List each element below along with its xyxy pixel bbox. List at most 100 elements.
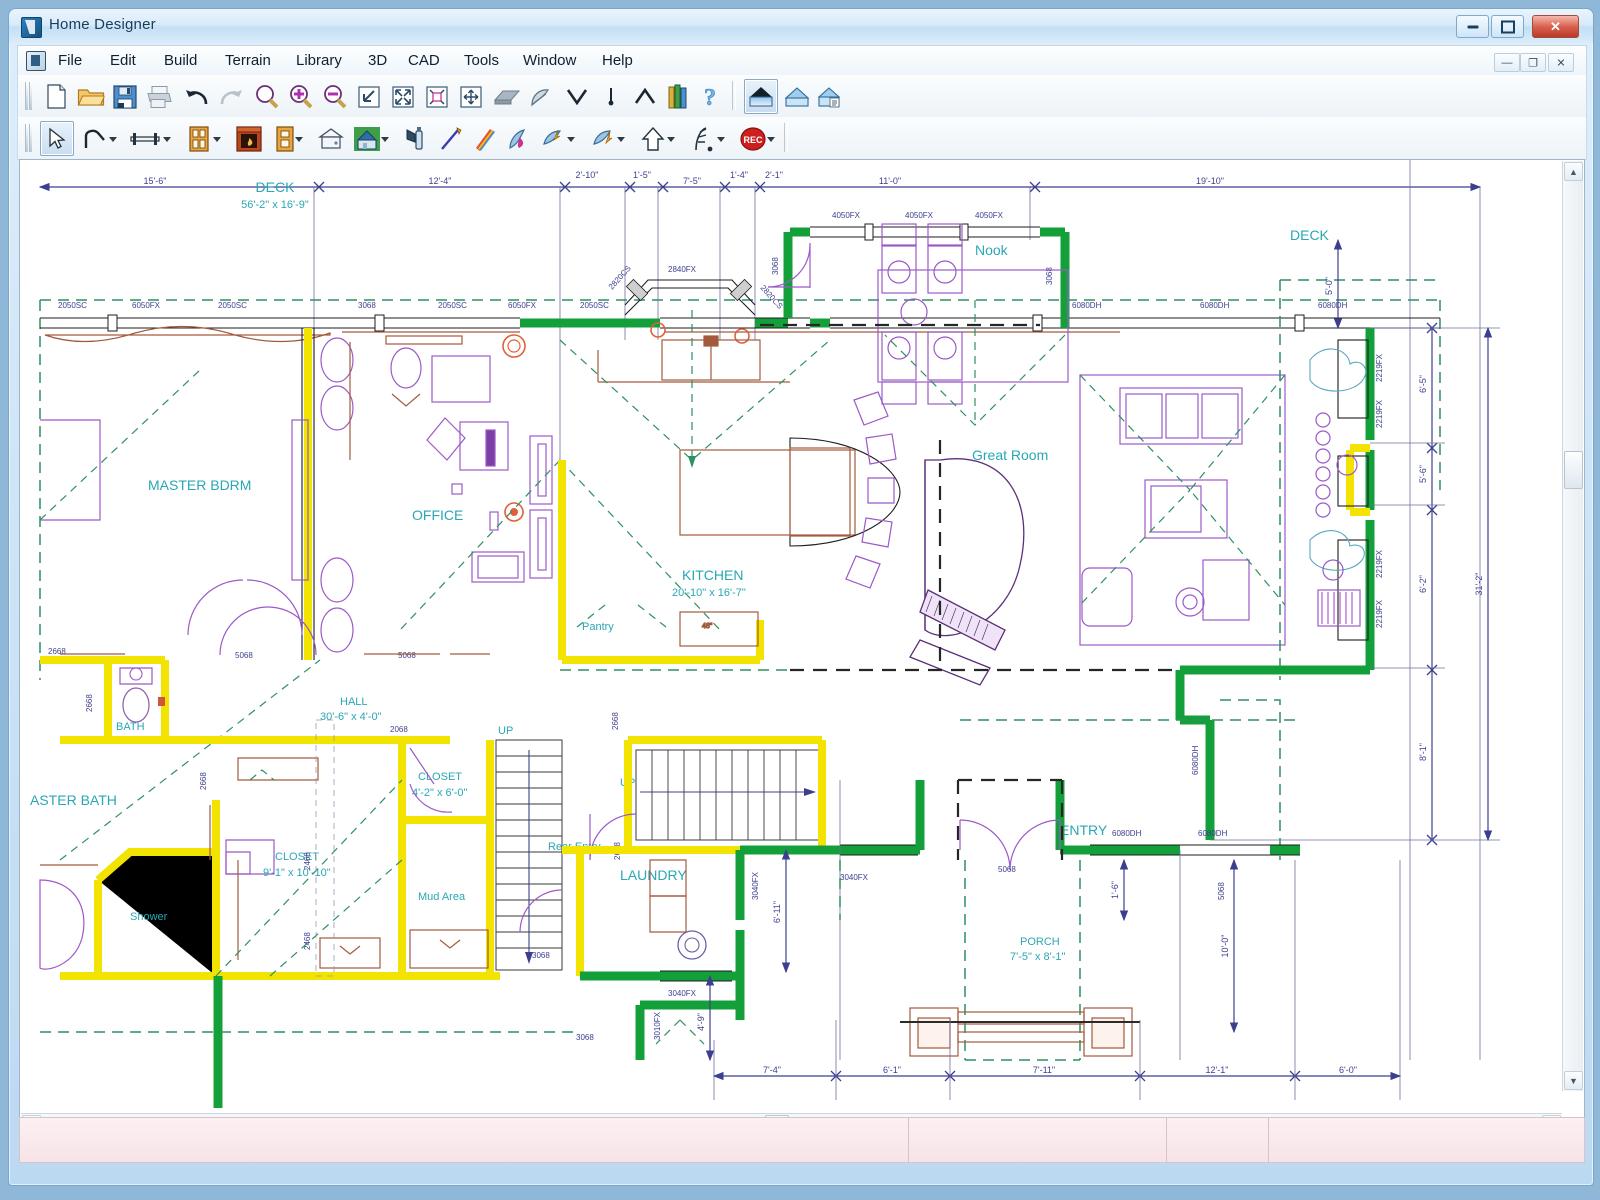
menu-item-edit[interactable]: Edit <box>102 50 144 72</box>
light-tool-dropdown[interactable] <box>566 134 577 143</box>
camera-icon[interactable] <box>744 79 778 114</box>
menu-item-terrain[interactable]: Terrain <box>217 50 279 72</box>
library-browser-icon[interactable] <box>662 79 696 114</box>
menu-item-file[interactable]: File <box>50 50 90 72</box>
app-logo-icon <box>21 17 42 38</box>
svg-text:2050SC: 2050SC <box>580 301 609 310</box>
terrain-tool-icon[interactable] <box>586 121 620 156</box>
railing-tool-dropdown[interactable] <box>162 134 173 143</box>
exterior-walls-top <box>40 315 1440 342</box>
svg-text:2668: 2668 <box>611 712 620 730</box>
arrow-up-icon[interactable] <box>636 121 670 156</box>
svg-text:2668: 2668 <box>48 647 66 656</box>
mdi-close-button[interactable]: ✕ <box>1548 53 1574 72</box>
fireplace-icon[interactable] <box>232 121 266 156</box>
undo-icon[interactable] <box>180 79 214 114</box>
scroll-up-button[interactable]: ▲ <box>1564 162 1583 181</box>
svg-text:2468: 2468 <box>303 852 312 870</box>
room-label-shower: Shower <box>130 911 168 923</box>
zoom-out-icon[interactable] <box>318 79 352 114</box>
up-level-icon[interactable] <box>628 79 662 114</box>
room-label-entry: ENTRY <box>1060 822 1108 838</box>
menu-item-tools[interactable]: Tools <box>456 50 507 72</box>
zoom-previous-icon[interactable] <box>352 79 386 114</box>
railing-tool-icon[interactable] <box>128 121 162 156</box>
svg-text:2050SC: 2050SC <box>58 301 87 310</box>
doll-house-view-icon[interactable] <box>814 79 848 114</box>
svg-text:REC: REC <box>743 135 763 145</box>
new-file-icon[interactable] <box>40 79 74 114</box>
menu-item-window[interactable]: Window <box>515 50 584 72</box>
svg-text:6'-1": 6'-1" <box>883 1065 901 1075</box>
sprinkler-dropdown[interactable] <box>716 134 727 143</box>
menu-item-library[interactable]: Library <box>288 50 350 72</box>
open-folder-icon[interactable] <box>74 79 108 114</box>
svg-text:1'-6": 1'-6" <box>1110 881 1120 899</box>
reference-display-icon[interactable] <box>594 79 628 114</box>
down-level-icon[interactable] <box>560 79 594 114</box>
wall-tool-dropdown[interactable] <box>108 134 119 143</box>
toolbar-grip-2[interactable] <box>24 124 31 152</box>
svg-text:3068: 3068 <box>576 1033 594 1042</box>
sprinkler-icon[interactable] <box>686 121 720 156</box>
light-tool-icon[interactable] <box>536 121 570 156</box>
arrow-up-dropdown[interactable] <box>666 134 677 143</box>
mdi-restore-button[interactable]: ❐ <box>1520 53 1546 72</box>
toolbar-top: ? <box>17 75 1587 118</box>
menu-item-build[interactable]: Build <box>156 50 205 72</box>
nook: Nook <box>760 224 1068 425</box>
room-label-laundry: LAUNDRY <box>620 867 687 883</box>
vertical-scrollbar[interactable]: ▲ ▼ <box>1562 161 1583 1091</box>
material-painter-icon[interactable] <box>468 121 502 156</box>
window-close-button[interactable]: ✕ <box>1532 15 1579 38</box>
menu-item-3d[interactable]: 3D <box>360 50 395 72</box>
svg-text:2050SC: 2050SC <box>218 301 247 310</box>
zoom-in-icon[interactable] <box>284 79 318 114</box>
fill-window-icon[interactable] <box>386 79 420 114</box>
vertical-scroll-thumb[interactable] <box>1564 451 1583 489</box>
menu-item-cad[interactable]: CAD <box>400 50 448 72</box>
help-icon[interactable]: ? <box>696 79 730 114</box>
right-dimension-chain: 5'-0" 6'-5" 5'-6" 6'-2" 8'-1" 31'-2" <box>1210 240 1500 845</box>
window-maximize-button[interactable] <box>1491 15 1524 38</box>
room-label-deck-right: DECK <box>1290 227 1330 243</box>
svg-text:6050FX: 6050FX <box>132 301 161 310</box>
bump-map-icon[interactable] <box>502 121 536 156</box>
menu-item-help[interactable]: Help <box>594 50 641 72</box>
svg-text:4'-9": 4'-9" <box>696 1013 706 1031</box>
window-tool-icon[interactable] <box>314 121 348 156</box>
select-objects-icon[interactable] <box>40 121 74 156</box>
roof-tool-icon[interactable] <box>350 121 384 156</box>
window-minimize-button[interactable] <box>1456 15 1489 38</box>
print-icon[interactable] <box>142 79 176 114</box>
cabinets-dropdown[interactable] <box>212 134 223 143</box>
delete-surface-icon[interactable] <box>490 79 524 114</box>
toolbar-separator <box>732 81 736 110</box>
redo-icon[interactable] <box>214 79 248 114</box>
room-label-porch-size: 7'-5" x 8'-1" <box>1010 951 1066 963</box>
dimension-tool-icon[interactable] <box>434 121 468 156</box>
floor-plan-canvas[interactable]: .wg{stroke:#13a03a;stroke-width:9;stroke… <box>20 160 1560 1108</box>
terrain-tool-dropdown[interactable] <box>616 134 627 143</box>
scroll-down-button[interactable]: ▼ <box>1564 1071 1583 1090</box>
record-macro-dropdown[interactable] <box>766 134 777 143</box>
foundation-icon[interactable] <box>400 121 434 156</box>
svg-text:12'-4": 12'-4" <box>429 176 452 186</box>
document-menu-icon[interactable] <box>26 51 46 71</box>
toolbar-grip[interactable] <box>24 82 31 110</box>
roof-tool-dropdown[interactable] <box>380 134 391 143</box>
mdi-minimize-button[interactable]: — <box>1494 53 1520 72</box>
record-macro-icon[interactable]: REC <box>736 121 770 156</box>
plant-chopper-icon[interactable] <box>524 79 558 114</box>
pan-window-icon[interactable] <box>454 79 488 114</box>
fill-window-building-icon[interactable] <box>420 79 454 114</box>
zoom-icon[interactable] <box>250 79 284 114</box>
save-disk-icon[interactable] <box>108 79 142 114</box>
wall-tool-icon[interactable] <box>78 121 112 156</box>
room-label-office: OFFICE <box>412 507 463 523</box>
overview-icon[interactable] <box>780 79 814 114</box>
window-title: Home Designer <box>49 16 156 33</box>
room-label-kitchen: KITCHEN <box>682 567 743 583</box>
door-tool-dropdown[interactable] <box>294 134 305 143</box>
cabinets-icon[interactable] <box>182 121 216 156</box>
